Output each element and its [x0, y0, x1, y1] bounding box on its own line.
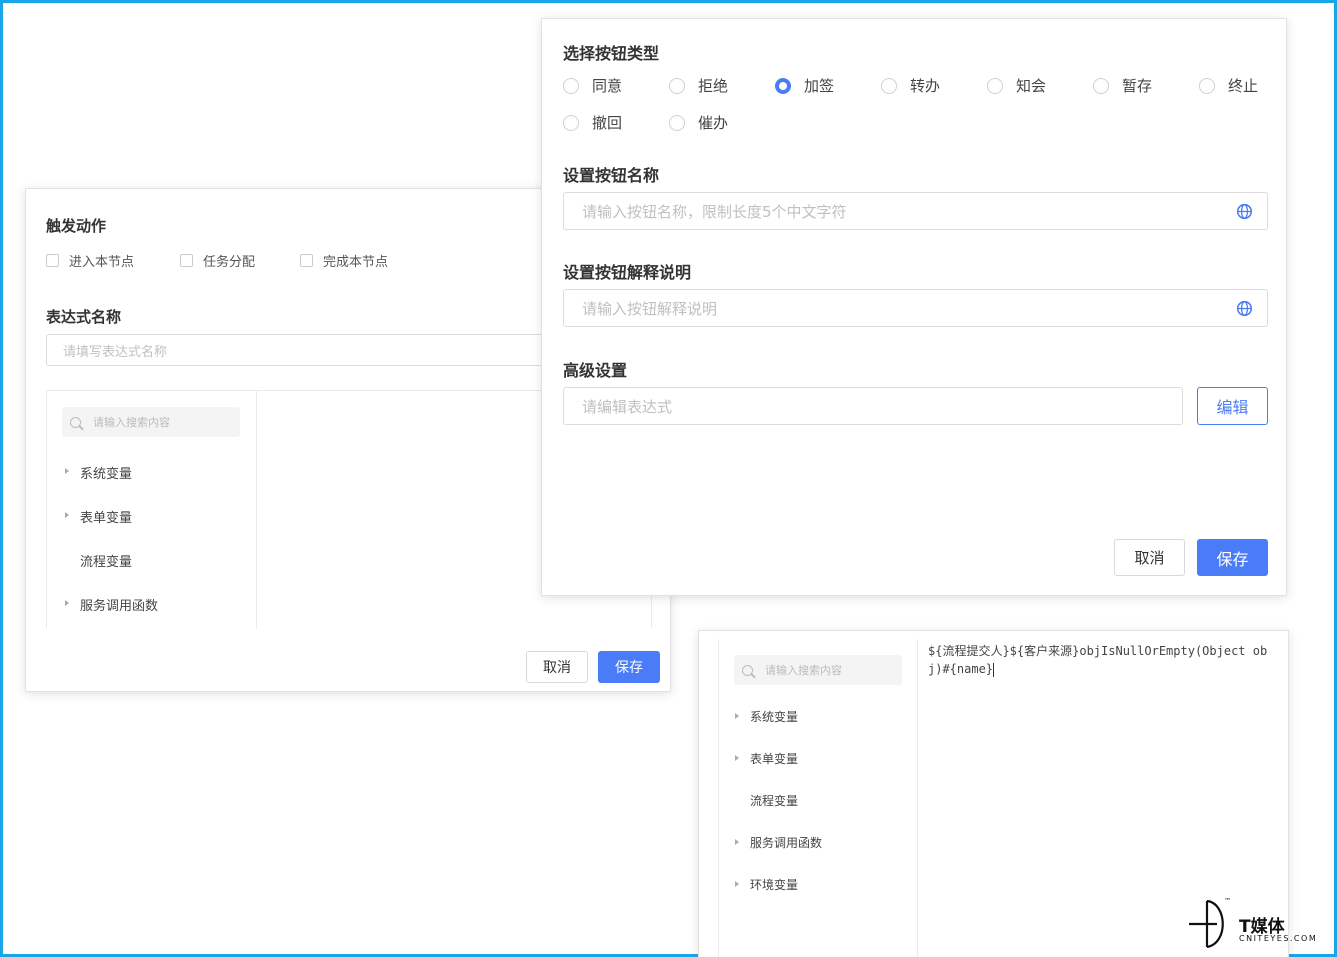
tree-item-label: 流程变量	[80, 555, 133, 570]
expression-name-title: 表达式名称	[46, 308, 122, 326]
watermark-logo: ™ T媒体 CNITEYES.COM	[1187, 897, 1337, 953]
button-name-title: 设置按钮名称	[563, 166, 660, 185]
save-button[interactable]: 保存	[1197, 539, 1268, 576]
radio-label: 加签	[804, 77, 835, 95]
radio-dot[interactable]	[669, 77, 685, 94]
cancel-button[interactable]: 取消	[1114, 539, 1185, 576]
button-name-placeholder: 请输入按钮名称，限制长度5个中文字符	[582, 202, 847, 221]
radio-withdraw[interactable]: 撤回	[563, 112, 622, 133]
cancel-button[interactable]: 取消	[526, 651, 588, 683]
caret-right-icon	[65, 468, 69, 474]
tree-item-label: 表单变量	[750, 752, 799, 766]
checkbox-enter-node[interactable]: 进入本节点	[46, 251, 134, 270]
radio-label: 知会	[1016, 77, 1047, 95]
radio-label: 转办	[910, 77, 941, 95]
tree-item-process-vars[interactable]: 流程变量	[80, 551, 132, 570]
radio-terminate[interactable]: 终止	[1199, 75, 1258, 96]
expression-placeholder: 请编辑表达式	[582, 397, 673, 416]
tree-item-service-functions[interactable]: 服务调用函数	[735, 834, 823, 851]
button-desc-placeholder: 请输入按钮解释说明	[582, 299, 718, 318]
caret-right-icon	[65, 512, 69, 518]
radio-reject[interactable]: 拒绝	[669, 75, 728, 96]
tree-search-input[interactable]: 请输入搜索内容	[62, 407, 240, 437]
radio-add-sign[interactable]: 加签	[775, 75, 834, 96]
trigger-action-title: 触发动作	[46, 217, 107, 235]
radio-save-draft[interactable]: 暂存	[1093, 75, 1152, 96]
brand-logo-icon	[1189, 899, 1224, 949]
text-cursor	[993, 662, 995, 677]
tree-item-label: 环境变量	[750, 878, 799, 892]
expression-input[interactable]: 请编辑表达式	[563, 387, 1183, 425]
tree-item-service-functions[interactable]: 服务调用函数	[65, 595, 159, 614]
checkbox-box[interactable]	[180, 254, 193, 267]
button-desc-title: 设置按钮解释说明	[563, 263, 692, 282]
radio-dot-selected[interactable]	[775, 77, 791, 94]
tree-item-process-vars[interactable]: 流程变量	[750, 792, 798, 809]
tree-item-label: 系统变量	[80, 467, 133, 482]
expression-code-text: ${流程提交人}${客户来源}objIsNullOrEmpty(Object o…	[928, 644, 1268, 676]
search-icon	[742, 664, 753, 676]
tree-item-label: 服务调用函数	[80, 599, 159, 614]
radio-label: 撤回	[592, 114, 623, 132]
radio-dot[interactable]	[881, 77, 897, 94]
radio-dot[interactable]	[563, 77, 579, 94]
checkbox-label: 进入本节点	[69, 255, 135, 270]
tree-search-placeholder: 请输入搜索内容	[93, 416, 170, 429]
radio-agree[interactable]: 同意	[563, 75, 622, 96]
radio-dot[interactable]	[1093, 77, 1109, 94]
tree-item-form-vars[interactable]: 表单变量	[735, 750, 799, 767]
radio-transfer[interactable]: 转办	[881, 75, 940, 96]
button-name-input[interactable]: 请输入按钮名称，限制长度5个中文字符	[563, 192, 1268, 230]
caret-right-icon	[735, 881, 739, 887]
search-icon	[70, 416, 81, 428]
radio-dot[interactable]	[669, 114, 685, 131]
tree-item-label: 流程变量	[750, 794, 799, 808]
radio-label: 催办	[698, 114, 729, 132]
checkbox-box[interactable]	[46, 254, 59, 267]
radio-label: 终止	[1228, 77, 1259, 95]
editor-tree-box: 请输入搜索内容 系统变量 表单变量 流程变量 服务调用函数 环境变量	[718, 639, 918, 957]
checkbox-task-assign[interactable]: 任务分配	[180, 251, 255, 270]
radio-label: 拒绝	[698, 77, 729, 95]
expression-code-editor[interactable]: ${流程提交人}${客户来源}objIsNullOrEmpty(Object o…	[928, 642, 1273, 678]
radio-urge[interactable]: 催办	[669, 112, 728, 133]
caret-right-icon	[735, 839, 739, 845]
radio-notify[interactable]: 知会	[987, 75, 1046, 96]
tree-item-system-vars[interactable]: 系统变量	[65, 463, 133, 482]
button-desc-input[interactable]: 请输入按钮解释说明	[563, 289, 1268, 327]
radio-dot[interactable]	[987, 77, 1003, 94]
tree-item-env-vars[interactable]: 环境变量	[735, 876, 799, 893]
advanced-settings-title: 高级设置	[563, 361, 628, 380]
edit-button[interactable]: 编辑	[1197, 387, 1268, 425]
radio-label: 暂存	[1122, 77, 1153, 95]
radio-dot[interactable]	[1199, 77, 1215, 94]
checkbox-label: 完成本节点	[323, 255, 389, 270]
expression-name-placeholder: 请填写表达式名称	[63, 344, 168, 360]
globe-icon[interactable]	[1236, 203, 1253, 220]
checkbox-complete-node[interactable]: 完成本节点	[300, 251, 388, 270]
tree-search-placeholder: 请输入搜索内容	[765, 664, 842, 677]
save-button[interactable]: 保存	[598, 651, 660, 683]
tree-item-system-vars[interactable]: 系统变量	[735, 708, 799, 725]
checkbox-label: 任务分配	[203, 255, 256, 270]
tree-item-label: 服务调用函数	[750, 836, 823, 850]
tree-item-label: 表单变量	[80, 511, 133, 526]
button-config-panel: 选择按钮类型 同意 拒绝 加签 转办 知会 暂存 终止 撤回 催办 设置按钮名称…	[541, 18, 1287, 596]
checkbox-box[interactable]	[300, 254, 313, 267]
button-type-title: 选择按钮类型	[563, 44, 660, 63]
caret-right-icon	[65, 600, 69, 606]
tree-divider	[256, 391, 257, 629]
watermark-tm: ™	[1224, 897, 1231, 905]
tree-item-label: 系统变量	[750, 710, 799, 724]
tree-item-form-vars[interactable]: 表单变量	[65, 507, 133, 526]
caret-right-icon	[735, 713, 739, 719]
watermark-domain: CNITEYES.COM	[1239, 934, 1318, 943]
caret-right-icon	[735, 755, 739, 761]
radio-dot[interactable]	[563, 114, 579, 131]
globe-icon[interactable]	[1236, 300, 1253, 317]
tree-search-input[interactable]: 请输入搜索内容	[734, 655, 902, 685]
radio-label: 同意	[592, 77, 623, 95]
